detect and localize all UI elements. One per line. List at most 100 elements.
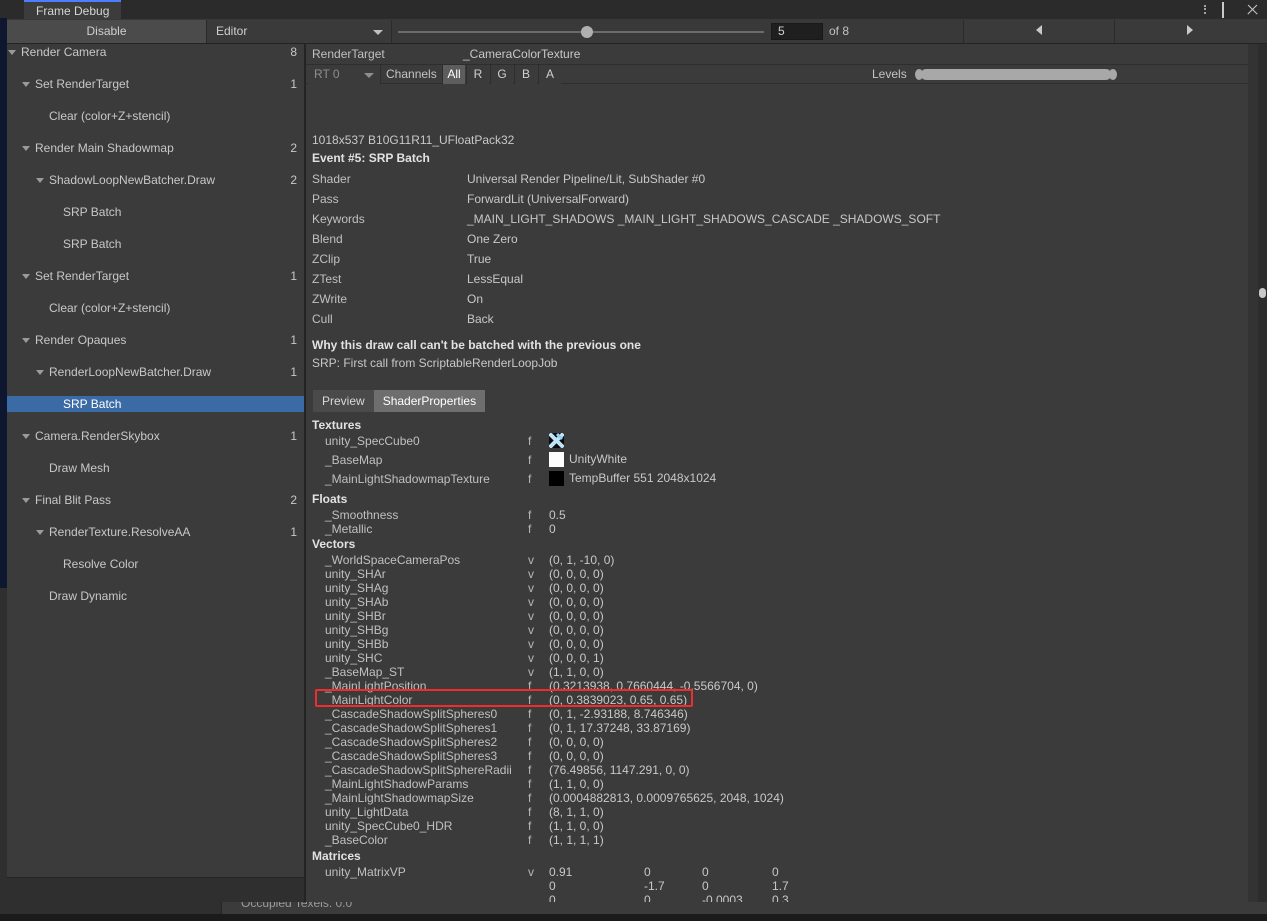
tree-row-label: Final Blit Pass [35, 493, 112, 507]
tree-row[interactable]: SRP Batch [7, 236, 304, 252]
property-row: unity_SpecCube0 f [306, 432, 1006, 449]
detail-tab-shaderproperties[interactable]: ShaderProperties [373, 390, 486, 412]
kebab-menu-icon[interactable] [1198, 3, 1211, 16]
tab-frame-debug[interactable]: Frame Debug [24, 0, 122, 19]
tree-row[interactable]: Render Camera 8 [7, 44, 304, 60]
tree-row[interactable]: Set RenderTarget 1 [7, 76, 304, 92]
event-slider[interactable] [393, 20, 769, 43]
tree-row-label: Render Opaques [35, 333, 127, 347]
tree-disclosure-triangle-icon[interactable] [22, 146, 30, 151]
tree-row-count: 1 [290, 77, 297, 91]
tree-disclosure-triangle-icon[interactable] [8, 50, 16, 55]
tree-row[interactable]: Draw Mesh [7, 460, 304, 476]
tree-row[interactable]: RenderLoopNewBatcher.Draw 1 [7, 364, 304, 380]
tree-disclosure-triangle-icon[interactable] [22, 274, 30, 279]
tree-row[interactable]: ShadowLoopNewBatcher.Draw 2 [7, 172, 304, 188]
close-icon[interactable] [1246, 3, 1259, 16]
property-row: _CascadeShadowSplitSphereRadii f (76.49856… [306, 763, 1006, 777]
event-tree-panel[interactable]: Render Camera 8 Set RenderTarget 1 Clear (co… [7, 44, 305, 877]
shader-state-key: Cull [312, 312, 333, 326]
tree-row-count: 1 [290, 365, 297, 379]
tree-row[interactable]: Clear (color+Z+stencil) [7, 300, 304, 316]
event-slider-knob[interactable] [581, 26, 593, 38]
event-index-input[interactable]: 5 [771, 23, 823, 40]
property-row: _CascadeShadowSplitSpheres2 f (0, 0, 0, 0) [306, 735, 1006, 749]
texture-swatch[interactable] [549, 471, 564, 486]
tree-disclosure-triangle-icon[interactable] [22, 338, 30, 343]
tree-row[interactable]: Set RenderTarget 1 [7, 268, 304, 284]
tree-disclosure-triangle-icon[interactable] [36, 178, 44, 183]
tree-row[interactable]: Resolve Color [7, 556, 304, 572]
channel-button-g[interactable]: G [490, 65, 513, 84]
property-type: v [528, 865, 534, 879]
property-name: unity_SHBr [325, 609, 386, 623]
chevron-left-icon [1035, 25, 1042, 35]
tree-row[interactable]: SRP Batch [7, 396, 304, 412]
tree-row[interactable]: SRP Batch [7, 204, 304, 220]
levels-max-handle[interactable] [1109, 69, 1117, 80]
property-value: (1, 1, 0, 0) [549, 819, 604, 833]
property-value: (0, 0, 0, 0) [549, 637, 604, 651]
property-row: _BaseMap f UnityWhite [306, 452, 1006, 467]
tree-row[interactable]: Draw Dynamic [7, 588, 304, 604]
property-value: (0, 0, 0, 0) [549, 749, 604, 763]
channel-button-b[interactable]: B [514, 65, 537, 84]
tree-row[interactable]: Render Main Shadowmap 2 [7, 140, 304, 156]
shader-state-value: Universal Render Pipeline/Lit, SubShader… [467, 172, 706, 186]
levels-slider[interactable] [915, 69, 1117, 80]
detail-scrollbar[interactable] [1258, 44, 1267, 902]
matrix-cell: 0 [702, 879, 709, 893]
shader-state-key: Shader [312, 172, 351, 186]
tree-row[interactable]: Final Blit Pass 2 [7, 492, 304, 508]
tree-disclosure-triangle-icon[interactable] [22, 82, 30, 87]
property-value: (0, 0, 0, 0) [549, 567, 604, 581]
channel-button-a[interactable]: A [538, 65, 561, 84]
prev-event-button[interactable] [963, 20, 1113, 43]
tree-row-label: ShadowLoopNewBatcher.Draw [49, 173, 216, 187]
property-row: _CascadeShadowSplitSpheres1 f (0, 1, 17.37… [306, 721, 1006, 735]
shader-state-key: Blend [312, 232, 343, 246]
detail-tab-preview[interactable]: Preview [313, 390, 374, 412]
property-type: f [528, 777, 532, 791]
property-row: _CascadeShadowSplitSpheres3 f (0, 0, 0, 0) [306, 749, 1006, 763]
tree-row[interactable]: RenderTexture.ResolveAA 1 [7, 524, 304, 540]
detail-scrollbar-thumb[interactable] [1259, 288, 1266, 298]
tree-row-count: 8 [290, 45, 297, 59]
section-header-textures: Textures [312, 418, 362, 432]
tree-row-label: Set RenderTarget [35, 77, 130, 91]
rt-select-dropdown[interactable]: RT 0 [308, 65, 381, 84]
tree-disclosure-triangle-icon[interactable] [22, 434, 30, 439]
property-name: _Smoothness [325, 508, 399, 522]
property-name: _BaseMap_ST [325, 665, 405, 679]
property-name: _CascadeShadowSplitSpheres1 [325, 721, 498, 735]
shader-state-key: ZWrite [312, 292, 348, 306]
shader-state-value: One Zero [467, 232, 518, 246]
disable-button[interactable]: Disable [7, 20, 207, 43]
tree-row[interactable]: Render Opaques 1 [7, 332, 304, 348]
cubemap-cross-icon [548, 432, 565, 449]
render-target-format: 1018x537 B10G11R11_UFloatPack32 [312, 133, 515, 147]
shader-state-value: On [467, 292, 484, 306]
target-dropdown[interactable]: Editor [208, 20, 392, 43]
texture-swatch[interactable] [549, 452, 564, 467]
property-row: unity_SHC v (0, 0, 0, 1) [306, 651, 1006, 665]
tree-row[interactable]: Clear (color+Z+stencil) [7, 108, 304, 124]
property-type: f [528, 522, 532, 536]
property-type: f [528, 833, 532, 847]
window-tabbar: Frame Debug [0, 0, 1267, 19]
tree-disclosure-triangle-icon[interactable] [22, 498, 30, 503]
property-name: _CascadeShadowSplitSpheres3 [325, 749, 498, 763]
next-event-button[interactable] [1114, 20, 1264, 43]
maximize-icon[interactable] [1222, 2, 1235, 18]
channel-button-r[interactable]: R [466, 65, 489, 84]
tree-disclosure-triangle-icon[interactable] [36, 530, 44, 535]
channel-button-all[interactable]: All [442, 65, 465, 84]
property-type: f [528, 735, 532, 749]
tree-row[interactable]: Camera.RenderSkybox 1 [7, 428, 304, 444]
property-row: _Metallic f 0 [306, 522, 1006, 536]
property-name: _BaseMap [325, 453, 383, 467]
property-type: f [528, 791, 532, 805]
texture-swatch[interactable] [548, 432, 565, 449]
detail-tabs: Preview ShaderProperties [313, 390, 486, 412]
tree-disclosure-triangle-icon[interactable] [36, 370, 44, 375]
